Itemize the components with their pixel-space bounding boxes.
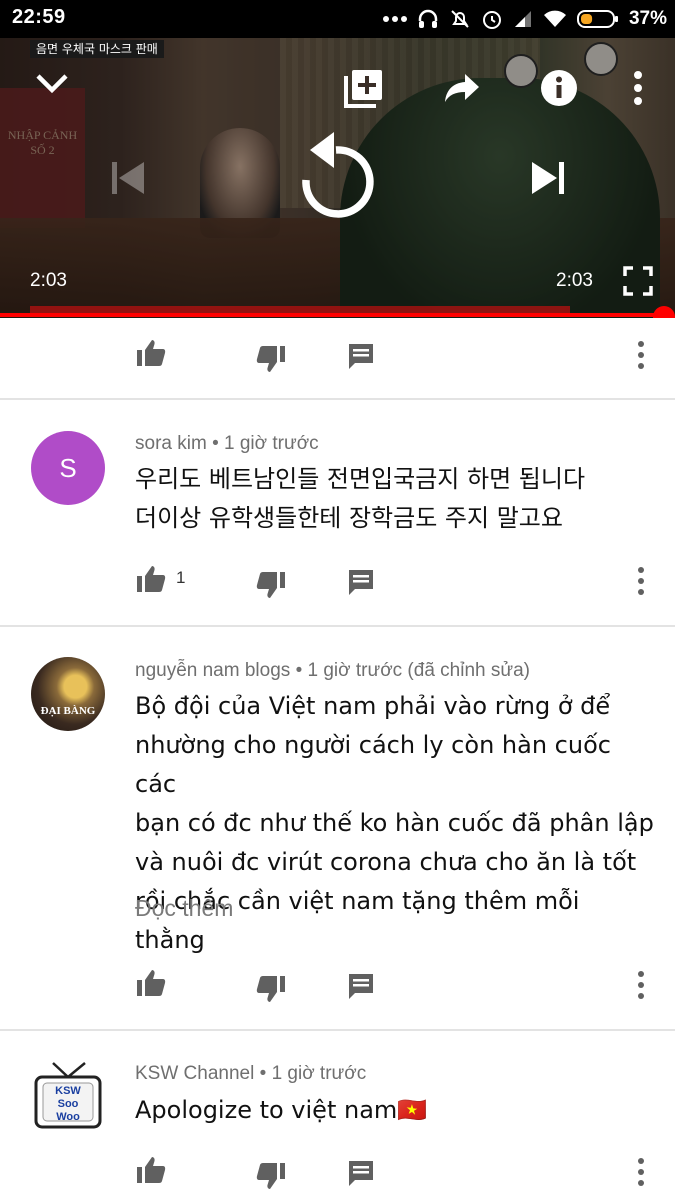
wifi-icon bbox=[543, 10, 566, 27]
more-dots-icon bbox=[382, 16, 407, 22]
avatar-letter: S bbox=[59, 452, 77, 483]
comment-menu-icon[interactable] bbox=[636, 970, 646, 1000]
progress-bar[interactable] bbox=[0, 313, 665, 317]
comment-line: 우리도 베트남인들 전면입국금지 하면 됩니다 bbox=[135, 465, 586, 493]
meta-separator: • bbox=[212, 433, 225, 454]
comment-actions bbox=[0, 964, 675, 1004]
elapsed-time: 2:03 bbox=[30, 270, 67, 291]
comment-meta: sora kim • 1 giờ trước bbox=[135, 433, 319, 455]
reply-icon[interactable] bbox=[347, 342, 375, 370]
like-icon[interactable] bbox=[136, 338, 166, 368]
comment-actions: 1 bbox=[0, 560, 675, 600]
meta-separator: • bbox=[259, 1063, 272, 1084]
avatar[interactable]: S bbox=[31, 431, 105, 505]
minimize-chevron-icon[interactable] bbox=[34, 70, 70, 96]
battery-percent: 37% bbox=[628, 8, 667, 29]
reply-icon[interactable] bbox=[347, 568, 375, 596]
signal-icon bbox=[514, 11, 531, 27]
like-icon[interactable] bbox=[136, 968, 166, 998]
comment-meta: nguyễn nam blogs • 1 giờ trước (đã chỉnh… bbox=[135, 660, 530, 682]
comment-author[interactable]: sora kim bbox=[135, 433, 207, 454]
status-bar: 22:59 37% bbox=[0, 0, 675, 38]
mute-icon bbox=[451, 10, 469, 28]
reply-icon[interactable] bbox=[347, 972, 375, 1000]
alarm-icon bbox=[482, 11, 501, 29]
comment-line: nhường cho người cách ly còn hàn cuốc cá… bbox=[135, 731, 611, 798]
share-icon[interactable] bbox=[443, 72, 481, 104]
vietnam-flag-icon: 🇻🇳 bbox=[397, 1096, 428, 1124]
clock-time: 22:59 bbox=[12, 6, 66, 28]
comment-line: bạn có đc như thế ko hàn cuốc đã phân lậ… bbox=[135, 809, 654, 837]
comment-item: S sora kim • 1 giờ trước 우리도 베트남인들 전면입국금… bbox=[0, 400, 675, 625]
previous-icon[interactable] bbox=[110, 160, 146, 196]
fullscreen-icon[interactable] bbox=[623, 266, 653, 296]
comment-text: 우리도 베트남인들 전면입국금지 하면 됩니다 더이상 유학생들한테 장학금도 … bbox=[135, 460, 655, 538]
status-icons: 37% bbox=[382, 6, 667, 32]
video-caption-tag: 음면 우체국 마스크 판매 bbox=[30, 40, 164, 58]
comment-time: 1 giờ trước (đã chỉnh sửa) bbox=[307, 660, 531, 681]
dislike-icon[interactable] bbox=[256, 1161, 286, 1191]
avatar[interactable]: ĐẠI BÀNG bbox=[31, 657, 105, 731]
more-options-icon[interactable] bbox=[632, 70, 644, 106]
comment-menu-icon[interactable] bbox=[636, 566, 646, 596]
info-icon[interactable] bbox=[539, 68, 579, 108]
reply-icon[interactable] bbox=[347, 1159, 375, 1187]
like-count: 1 bbox=[176, 568, 186, 587]
avatar-label: KSW Soo Woo bbox=[55, 1085, 81, 1123]
comment-actions bbox=[0, 334, 675, 374]
comment-actions bbox=[0, 1151, 675, 1191]
meta-separator: • bbox=[295, 660, 308, 681]
replay-icon[interactable] bbox=[296, 130, 378, 222]
like-icon[interactable] bbox=[136, 1155, 166, 1185]
comment-menu-icon[interactable] bbox=[636, 1157, 646, 1187]
comment-line: Apologize to việt nam bbox=[135, 1096, 398, 1124]
like-icon[interactable] bbox=[136, 564, 166, 594]
comment-time: 1 giờ trước bbox=[224, 433, 319, 454]
battery-icon bbox=[576, 10, 618, 28]
headphones-icon bbox=[418, 9, 438, 28]
comment-text: Apologize to việt nam🇻🇳 bbox=[135, 1091, 655, 1130]
video-player[interactable]: NHẬP CẢNH SỐ 2 음면 우체국 마스크 판매 2:03 2:03 bbox=[0, 38, 675, 318]
comment-time: 1 giờ trước bbox=[271, 1063, 367, 1084]
comment-menu-icon[interactable] bbox=[636, 340, 646, 370]
avatar[interactable]: KSW Soo Woo bbox=[31, 1061, 105, 1135]
comment-author[interactable]: nguyễn nam blogs bbox=[135, 660, 290, 681]
comment-item: ĐẠI BÀNG nguyễn nam blogs • 1 giờ trước … bbox=[0, 627, 675, 1029]
comment-line: Bộ đội của Việt nam phải vào rừng ở để bbox=[135, 692, 611, 720]
comment-item: KSW Soo Woo KSW Channel • 1 giờ trước Ap… bbox=[0, 1031, 675, 1200]
comment-line: 더이상 유학생들한테 장학금도 주지 말고요 bbox=[135, 504, 563, 532]
comment-line: và nuôi đc virút corona chưa cho ăn là t… bbox=[135, 848, 637, 876]
add-to-playlist-icon[interactable] bbox=[344, 68, 384, 108]
comment-author[interactable]: KSW Channel bbox=[135, 1063, 254, 1084]
comment-meta: KSW Channel • 1 giờ trước bbox=[135, 1063, 366, 1085]
dislike-icon[interactable] bbox=[256, 344, 286, 374]
avatar-label: ĐẠI BÀNG bbox=[40, 705, 96, 717]
next-icon[interactable] bbox=[530, 160, 566, 196]
dislike-icon[interactable] bbox=[256, 570, 286, 600]
dislike-icon[interactable] bbox=[256, 974, 286, 1004]
read-more-link[interactable]: Đọc thêm bbox=[135, 895, 233, 922]
duration-time: 2:03 bbox=[556, 270, 593, 291]
